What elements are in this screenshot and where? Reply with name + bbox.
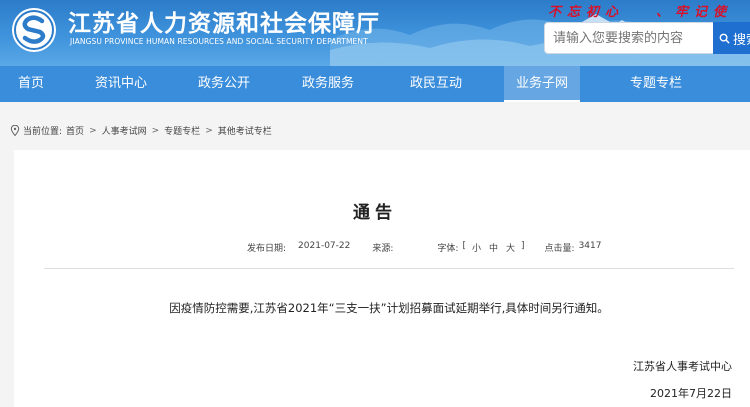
article-meta: 发布日期: 2021-07-22 来源: 字体: [ 小 中 大 ] 点击量: … xyxy=(247,241,601,254)
view-count: 3417 xyxy=(578,241,602,251)
slogan-left: 不忘初心 xyxy=(548,5,625,20)
font-size-medium-button[interactable]: 中 xyxy=(489,241,498,254)
search-icon xyxy=(719,33,730,44)
slogan-right: 、牢记使 xyxy=(656,5,733,20)
nav-item-gov-services[interactable]: 政务服务 xyxy=(268,66,388,102)
nav-item-gov-affairs[interactable]: 政务公开 xyxy=(180,66,268,102)
breadcrumb-link-exam-site[interactable]: 人事考试网 xyxy=(102,124,147,137)
location-pin-icon xyxy=(10,125,20,136)
breadcrumb: 当前位置: 首页 > 人事考试网 > 专题专栏 > 其他考试专栏 xyxy=(10,124,272,137)
view-count-label: 点击量: xyxy=(544,244,575,254)
article-divider xyxy=(44,268,734,269)
font-size-label: 字体: xyxy=(437,244,459,254)
nav-item-interaction[interactable]: 政民互动 xyxy=(388,66,484,102)
site-title: 江苏省人力资源和社会保障厅 xyxy=(68,11,380,37)
article-body: 因疫情防控需要,江苏省2021年“三支一扶”计划招募面试延期举行,具体时间另行通… xyxy=(169,301,609,315)
department-logo-icon xyxy=(12,8,56,52)
search-button[interactable]: 搜索 xyxy=(713,22,750,54)
font-size-large-button[interactable]: 大 xyxy=(506,241,515,254)
search-button-label: 搜索 xyxy=(733,32,750,48)
breadcrumb-prefix: 当前位置: xyxy=(23,127,63,137)
breadcrumb-link-home[interactable]: 首页 xyxy=(66,124,84,137)
publish-date: 2021-07-22 xyxy=(298,241,351,251)
breadcrumb-separator: > xyxy=(151,125,160,136)
signature-date: 2021年7月22日 xyxy=(650,387,732,400)
nav-item-special-topics[interactable]: 专题专栏 xyxy=(600,66,712,102)
search-input[interactable] xyxy=(544,22,714,54)
source-value xyxy=(397,241,421,254)
signature-organization: 江苏省人事考试中心 xyxy=(633,360,732,373)
nav-item-business-subnet[interactable]: 业务子网 xyxy=(504,66,580,102)
breadcrumb-link-other-exams[interactable]: 其他考试专栏 xyxy=(218,124,272,137)
breadcrumb-link-special-topics[interactable]: 专题专栏 xyxy=(164,124,200,137)
font-size-small-button[interactable]: 小 xyxy=(472,241,481,254)
breadcrumb-separator: > xyxy=(89,125,97,136)
font-size-bracket-open: [ xyxy=(462,241,466,251)
nav-item-home[interactable]: 首页 xyxy=(0,66,62,102)
main-nav: 首页 资讯中心 政务公开 政务服务 政民互动 业务子网 专题专栏 xyxy=(0,66,750,102)
font-size-bracket-close: ] xyxy=(521,241,525,251)
article-title: 通告 xyxy=(353,203,397,223)
site-subtitle: JIANGSU PROVINCE HUMAN RESOURCES AND SOC… xyxy=(70,37,368,46)
breadcrumb-separator: > xyxy=(205,125,213,136)
source-label: 来源: xyxy=(372,244,394,254)
site-header: 江苏省人力资源和社会保障厅 JIANGSU PROVINCE HUMAN RES… xyxy=(0,0,750,66)
publish-date-label: 发布日期: xyxy=(247,244,287,254)
nav-item-news[interactable]: 资讯中心 xyxy=(62,66,180,102)
